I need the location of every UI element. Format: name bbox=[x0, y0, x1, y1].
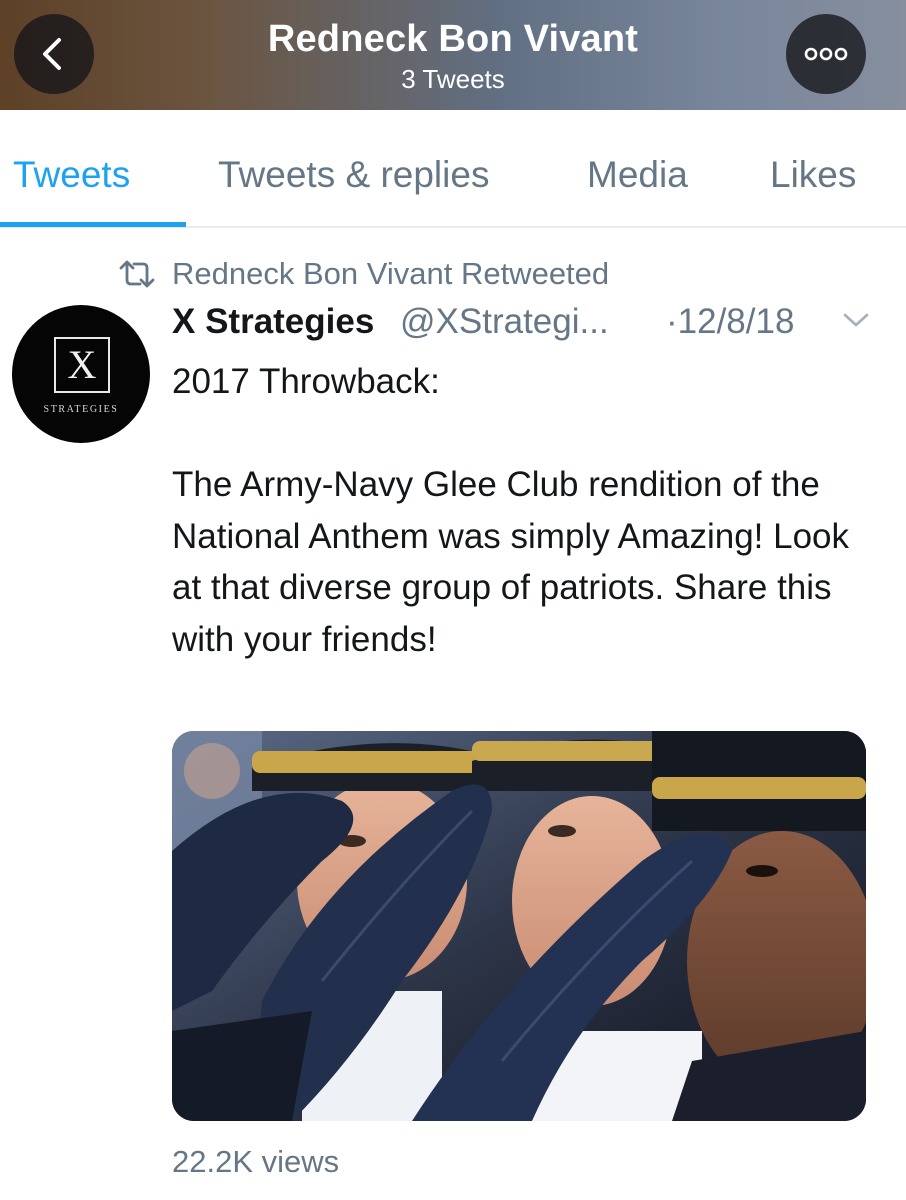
profile-tabs: Tweets Tweets & replies Media Likes bbox=[0, 110, 906, 228]
avatar-logo-letter: X bbox=[67, 342, 97, 387]
avatar-logo-word: STRATEGIES bbox=[43, 404, 119, 415]
tab-tweets-and-replies[interactable]: Tweets & replies bbox=[218, 154, 489, 196]
profile-header: Redneck Bon Vivant 3 Tweets bbox=[0, 0, 906, 110]
more-options-button[interactable] bbox=[786, 14, 866, 94]
tab-tweets[interactable]: Tweets bbox=[13, 154, 130, 196]
tweet-header: X Strategies @XStrategi... ·12/8/18 bbox=[172, 302, 892, 348]
avatar[interactable]: X STRATEGIES bbox=[12, 305, 150, 443]
tab-likes[interactable]: Likes bbox=[770, 154, 856, 196]
tweet-count: 3 Tweets bbox=[401, 64, 505, 94]
active-tab-indicator bbox=[0, 222, 186, 227]
tab-media[interactable]: Media bbox=[587, 154, 688, 196]
retweet-context[interactable]: Redneck Bon Vivant Retweeted bbox=[118, 254, 609, 294]
tweet-date[interactable]: ·12/8/18 bbox=[666, 302, 794, 342]
view-count: 22.2K views bbox=[172, 1144, 340, 1179]
tweet-text: 2017 Throwback: The Army-Navy Glee Club … bbox=[172, 362, 849, 659]
profile-name-title: Redneck Bon Vivant bbox=[267, 18, 639, 60]
retweet-note: Redneck Bon Vivant Retweeted bbox=[172, 256, 610, 291]
video-thumbnail-image bbox=[172, 731, 866, 1121]
author-name[interactable]: X Strategies bbox=[172, 302, 374, 342]
avatar-logo-frame: X bbox=[54, 337, 110, 393]
chevron-down-icon[interactable] bbox=[842, 310, 870, 330]
tweet-video-thumbnail[interactable] bbox=[172, 731, 866, 1121]
retweet-icon bbox=[119, 260, 155, 288]
more-options-icon bbox=[804, 47, 848, 61]
author-handle[interactable]: @XStrategi... bbox=[400, 302, 609, 342]
